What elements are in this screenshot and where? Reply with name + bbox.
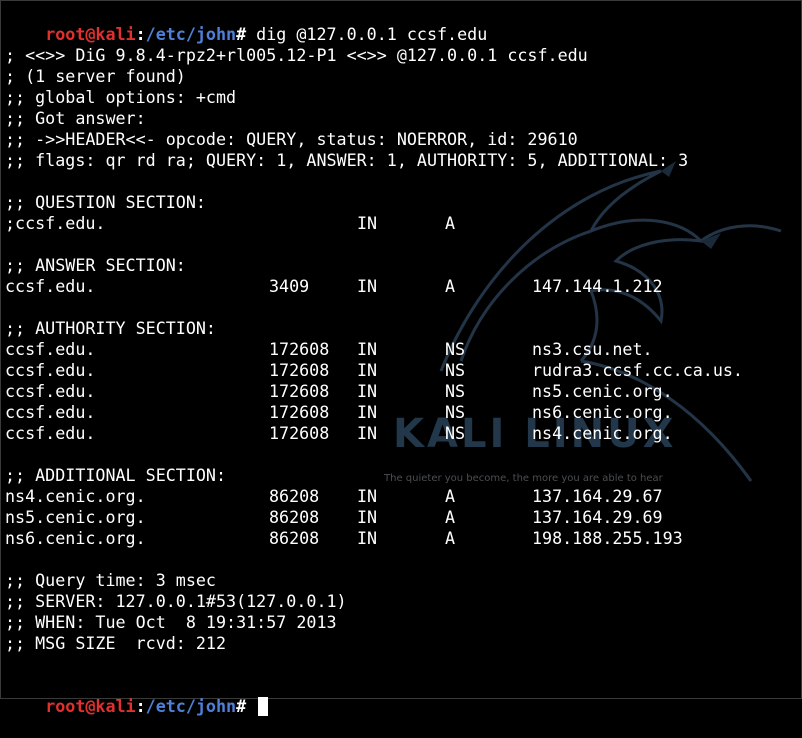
record-class: IN bbox=[357, 339, 378, 359]
record-data: ns6.cenic.org. bbox=[532, 402, 673, 422]
record-type: A bbox=[445, 528, 456, 548]
authority-row: ccsf.edu. 172608 IN NS ns3.csu.net. bbox=[5, 339, 653, 360]
record-type: NS bbox=[445, 339, 466, 359]
record-ttl: 172608 bbox=[269, 339, 330, 359]
authority-row: ccsf.edu. 172608 IN NS ns5.cenic.org. bbox=[5, 381, 673, 402]
record-name: ccsf.edu. bbox=[5, 276, 96, 296]
record-data: 198.188.255.193 bbox=[532, 528, 683, 548]
text-cursor[interactable] bbox=[258, 697, 269, 716]
record-type: NS bbox=[445, 381, 466, 401]
kali-tagline: The quieter you become, the more you are… bbox=[384, 473, 663, 484]
record-data: ns3.csu.net. bbox=[532, 339, 653, 359]
record-class: IN bbox=[357, 213, 378, 233]
record-type: NS bbox=[445, 423, 466, 443]
record-name: ns6.cenic.org. bbox=[5, 528, 146, 548]
record-ttl: 3409 bbox=[269, 276, 310, 296]
output-line: ;; MSG SIZE rcvd: 212 bbox=[5, 633, 227, 653]
output-line: ; (1 server found) bbox=[5, 66, 186, 86]
record-name: ccsf.edu. bbox=[5, 423, 96, 443]
record-type: NS bbox=[445, 360, 466, 380]
record-data: ns5.cenic.org. bbox=[532, 381, 673, 401]
additional-row: ns5.cenic.org. 86208 IN A 137.164.29.69 bbox=[5, 507, 663, 528]
prompt-path: /etc/john bbox=[145, 696, 237, 716]
prompt-line-current[interactable]: root@kali:/etc/john# bbox=[5, 675, 269, 716]
record-name: ;ccsf.edu. bbox=[5, 213, 106, 233]
authority-row: ccsf.edu. 172608 IN NS ns4.cenic.org. bbox=[5, 423, 673, 444]
prompt-path: /etc/john bbox=[145, 24, 237, 44]
record-type: A bbox=[445, 276, 456, 296]
record-name: ns5.cenic.org. bbox=[5, 507, 146, 527]
authority-row: ccsf.edu. 172608 IN NS ns6.cenic.org. bbox=[5, 402, 673, 423]
record-type: A bbox=[445, 507, 456, 527]
prompt-symbol: # bbox=[236, 24, 257, 44]
record-class: IN bbox=[357, 423, 378, 443]
record-ttl: 86208 bbox=[269, 486, 320, 506]
prompt-symbol: # bbox=[236, 696, 257, 716]
terminal-window[interactable]: KALI LINUX The quieter you become, the m… bbox=[0, 0, 802, 716]
prompt-line-command: root@kali:/etc/john# dig @127.0.0.1 ccsf… bbox=[5, 3, 487, 44]
prompt-user-host: root@kali bbox=[45, 24, 136, 44]
record-ttl: 86208 bbox=[269, 528, 320, 548]
record-ttl: 172608 bbox=[269, 360, 330, 380]
output-line: ;; flags: qr rd ra; QUERY: 1, ANSWER: 1,… bbox=[5, 150, 689, 170]
record-class: IN bbox=[357, 381, 378, 401]
prompt-separator: : bbox=[135, 24, 146, 44]
record-class: IN bbox=[357, 402, 378, 422]
authority-row: ccsf.edu. 172608 IN NS rudra3.ccsf.cc.ca… bbox=[5, 360, 743, 381]
output-line: ;; Query time: 3 msec bbox=[5, 570, 216, 590]
output-line: ; <<>> DiG 9.8.4-rpz2+rl005.12-P1 <<>> @… bbox=[5, 45, 588, 65]
record-class: IN bbox=[357, 528, 378, 548]
record-name: ccsf.edu. bbox=[5, 339, 96, 359]
record-class: IN bbox=[357, 276, 378, 296]
command-text: dig @127.0.0.1 ccsf.edu bbox=[256, 24, 488, 44]
record-data: rudra3.ccsf.cc.ca.us. bbox=[532, 360, 743, 380]
record-ttl: 172608 bbox=[269, 423, 330, 443]
record-name: ccsf.edu. bbox=[5, 402, 96, 422]
prompt-user-host: root@kali bbox=[45, 696, 136, 716]
record-data: 137.164.29.67 bbox=[532, 486, 663, 506]
record-name: ccsf.edu. bbox=[5, 381, 96, 401]
record-ttl: 172608 bbox=[269, 381, 330, 401]
question-row: ;ccsf.edu. IN A bbox=[5, 213, 455, 234]
output-line: ;; ->>HEADER<<- opcode: QUERY, status: N… bbox=[5, 129, 578, 149]
output-line: ;; WHEN: Tue Oct 8 19:31:57 2013 bbox=[5, 612, 337, 632]
record-name: ccsf.edu. bbox=[5, 360, 96, 380]
kali-dragon-icon bbox=[439, 161, 782, 482]
record-ttl: 172608 bbox=[269, 402, 330, 422]
authority-section-title: ;; AUTHORITY SECTION: bbox=[5, 318, 216, 338]
record-type: NS bbox=[445, 402, 466, 422]
additional-row: ns6.cenic.org. 86208 IN A 198.188.255.19… bbox=[5, 528, 683, 549]
question-section-title: ;; QUESTION SECTION: bbox=[5, 192, 206, 212]
record-data: ns4.cenic.org. bbox=[532, 423, 673, 443]
additional-row: ns4.cenic.org. 86208 IN A 137.164.29.67 bbox=[5, 486, 663, 507]
answer-row: ccsf.edu. 3409 IN A 147.144.1.212 bbox=[5, 276, 663, 297]
record-data: 137.164.29.69 bbox=[532, 507, 663, 527]
record-ttl: 86208 bbox=[269, 507, 320, 527]
record-class: IN bbox=[357, 507, 378, 527]
record-type: A bbox=[445, 486, 456, 506]
record-name: ns4.cenic.org. bbox=[5, 486, 146, 506]
answer-section-title: ;; ANSWER SECTION: bbox=[5, 255, 186, 275]
record-data: 147.144.1.212 bbox=[532, 276, 663, 296]
record-class: IN bbox=[357, 360, 378, 380]
record-class: IN bbox=[357, 486, 378, 506]
prompt-separator: : bbox=[135, 696, 146, 716]
record-type: A bbox=[445, 213, 456, 233]
output-line: ;; global options: +cmd bbox=[5, 87, 237, 107]
output-line: ;; SERVER: 127.0.0.1#53(127.0.0.1) bbox=[5, 591, 347, 611]
additional-section-title: ;; ADDITIONAL SECTION: bbox=[5, 465, 227, 485]
output-line: ;; Got answer: bbox=[5, 108, 146, 128]
